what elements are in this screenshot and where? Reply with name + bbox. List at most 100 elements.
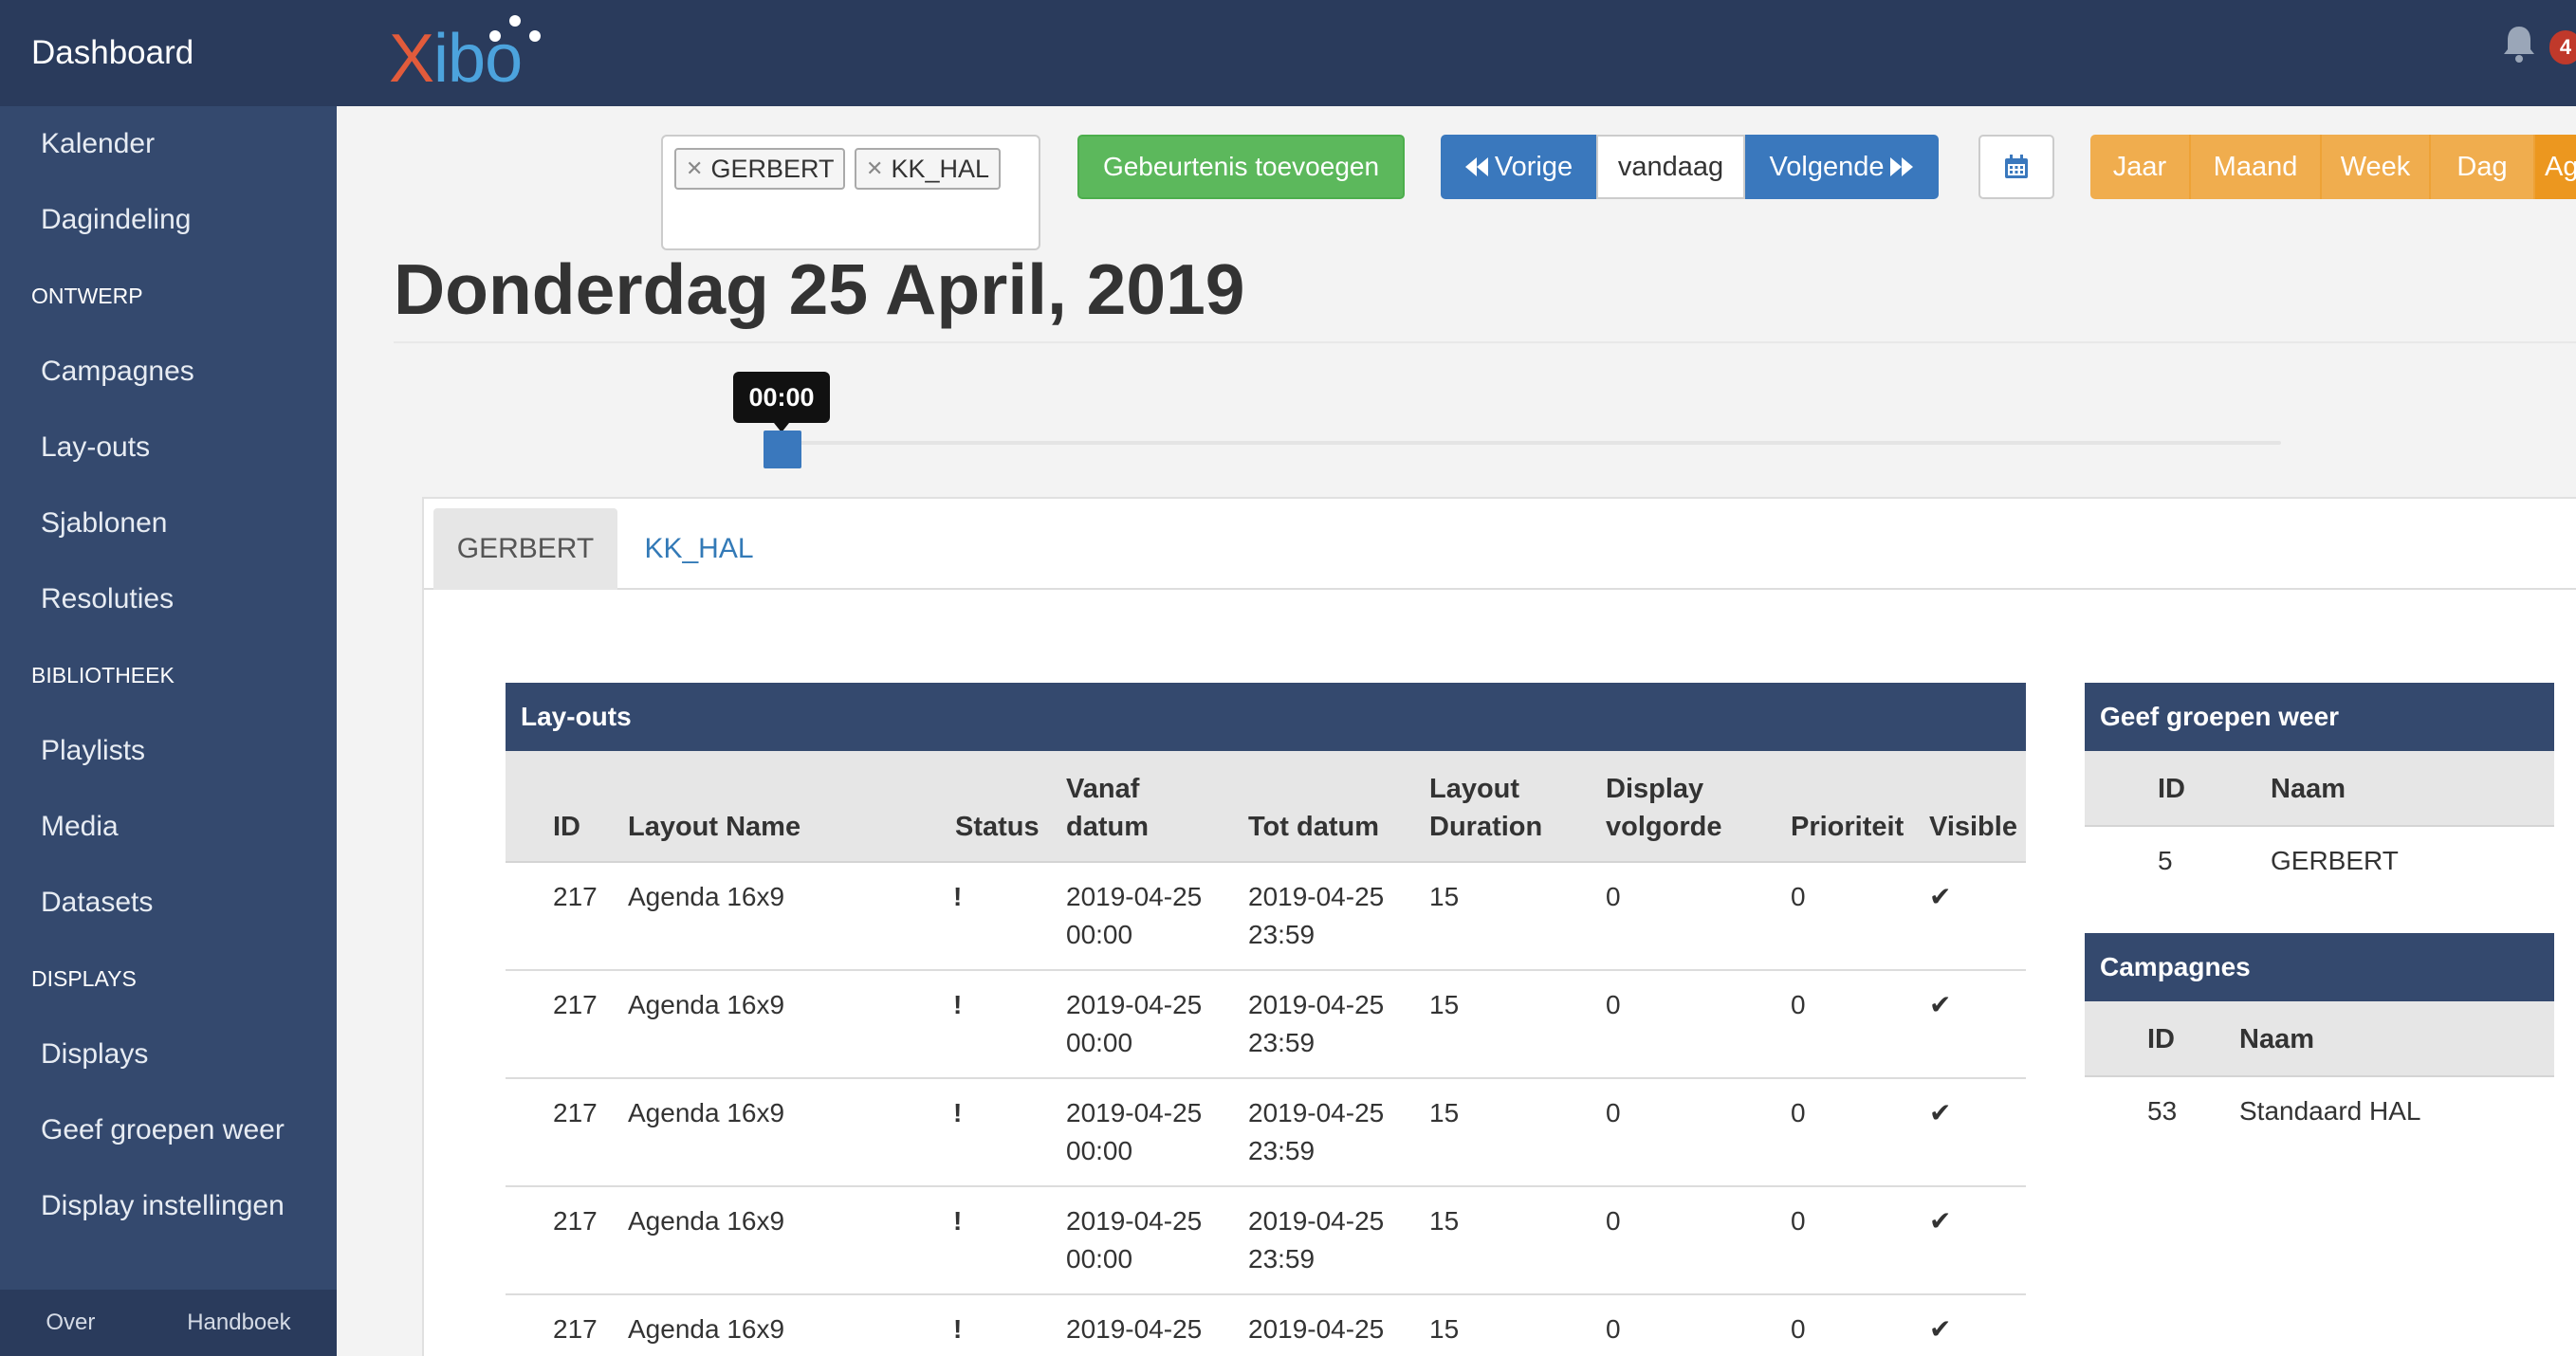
table-row[interactable]: 217 Agenda 16x9 ! 2019-04-25 00:00 2019-0… [506, 863, 2026, 971]
status-warning-icon: ! [953, 990, 963, 1019]
check-icon: ✔ [1929, 990, 1952, 1019]
col-layout-name[interactable]: Layout Name [628, 751, 800, 863]
sidebar-nav: Kalender Dagindeling ONTWERP Campagnes L… [0, 106, 337, 1244]
tag-label: KK_HAL [891, 154, 989, 183]
tag-label: GERBERT [710, 154, 835, 183]
col-visible[interactable]: Visible [1929, 751, 2017, 863]
cell-layout-name: Agenda 16x9 [628, 882, 785, 911]
time-slider-track[interactable] [764, 441, 2281, 445]
status-warning-icon: ! [953, 1098, 963, 1127]
layouts-table-title: Lay-outs [506, 683, 2026, 751]
sidebar-item-sjablonen[interactable]: Sjablonen [0, 486, 337, 561]
cell-from-date: 2019-04-25 00:00 [1066, 990, 1203, 1057]
display-group-select[interactable]: ✕ GERBERT ✕ KK_HAL [661, 135, 1040, 250]
notification-badge: 4 [2549, 30, 2576, 64]
status-warning-icon: ! [953, 1206, 963, 1236]
add-event-button[interactable]: Gebeurtenis toevoegen [1077, 135, 1405, 199]
divider [394, 341, 2576, 343]
col-id[interactable]: ID [2158, 751, 2185, 827]
about-link[interactable]: Over [46, 1310, 95, 1336]
cell-duration: 15 [1429, 1098, 1460, 1127]
sidebar-item-display-settings[interactable]: Display instellingen [0, 1168, 337, 1244]
col-status[interactable]: Status [955, 751, 1040, 863]
sidebar: Dashboard Kalender Dagindeling ONTWERP C… [0, 0, 337, 1356]
manual-link[interactable]: Handboek [187, 1310, 290, 1336]
time-slider-tooltip: 00:00 [733, 372, 830, 432]
layouts-table: Lay-outs ID Layout Name Status Vanaf datu… [506, 683, 2026, 1356]
cell-layout-name: Agenda 16x9 [628, 1206, 785, 1236]
cell-from-date: 2019-04-25 00:00 [1066, 882, 1203, 949]
cell-priority: 0 [1791, 1206, 1806, 1236]
previous-label: Vorige [1494, 151, 1573, 182]
display-groups-header: ID Naam [2085, 751, 2554, 827]
previous-button[interactable]: Vorige [1441, 135, 1596, 199]
sidebar-item-playlists[interactable]: Playlists [0, 713, 337, 789]
tab-kk-hal[interactable]: KK_HAL [633, 508, 765, 590]
bell-icon[interactable] [2500, 23, 2538, 64]
sidebar-item-datasets[interactable]: Datasets [0, 865, 337, 941]
campaigns-header: ID Naam [2085, 1001, 2554, 1077]
view-week-button[interactable]: Week [2322, 135, 2431, 199]
sidebar-item-dagindeling[interactable]: Dagindeling [0, 182, 337, 258]
sidebar-item-resoluties[interactable]: Resoluties [0, 561, 337, 637]
display-groups-title: Geef groepen weer [2085, 683, 2554, 751]
col-display-order[interactable]: Display volgorde [1606, 751, 1721, 863]
next-button[interactable]: Volgende [1745, 135, 1939, 199]
cell-id: 5 [2158, 846, 2173, 875]
campaigns-table: Campagnes ID Naam 53 Standaard HAL [2085, 933, 2554, 1145]
col-priority[interactable]: Prioriteit [1791, 751, 1904, 863]
sidebar-item-kalender[interactable]: Kalender [0, 106, 337, 182]
sidebar-item-display-groups[interactable]: Geef groepen weer [0, 1092, 337, 1168]
display-groups-table: Geef groepen weer ID Naam 5 GERBERT [2085, 683, 2554, 895]
cell-display-order: 0 [1606, 1314, 1621, 1344]
sidebar-brand-dashboard[interactable]: Dashboard [0, 0, 337, 106]
col-name[interactable]: Naam [2239, 1001, 2314, 1077]
topbar: Xibo 4 [337, 0, 2576, 106]
cell-layout-name: Agenda 16x9 [628, 1098, 785, 1127]
calendar-picker-button[interactable] [1978, 135, 2054, 199]
view-day-button[interactable]: Dag [2431, 135, 2535, 199]
view-agenda-button[interactable]: Ag [2535, 135, 2576, 199]
cell-display-order: 0 [1606, 1206, 1621, 1236]
cell-name: Standaard HAL [2239, 1096, 2421, 1126]
col-from-date[interactable]: Vanaf datum [1066, 751, 1149, 863]
double-chevron-right-icon [1890, 157, 1914, 176]
view-month-button[interactable]: Maand [2191, 135, 2322, 199]
table-row[interactable]: 217 Agenda 16x9 ! 2019-04-25 00:00 2019-0… [506, 1079, 2026, 1187]
cell-to-date: 2019-04-25 23:59 [1248, 990, 1385, 1057]
sidebar-item-campagnes[interactable]: Campagnes [0, 334, 337, 410]
xibo-logo[interactable]: Xibo [389, 13, 560, 93]
view-year-button[interactable]: Jaar [2090, 135, 2191, 199]
remove-tag-icon[interactable]: ✕ [866, 156, 883, 181]
remove-tag-icon[interactable]: ✕ [686, 156, 703, 181]
tab-gerbert[interactable]: GERBERT [433, 508, 617, 590]
table-row[interactable]: 217 Agenda 16x9 ! 2019-04-25 00:00 2019-0… [506, 971, 2026, 1079]
double-chevron-left-icon [1464, 157, 1488, 176]
sidebar-item-displays[interactable]: Displays [0, 1017, 337, 1092]
sidebar-item-layouts[interactable]: Lay-outs [0, 410, 337, 486]
col-id[interactable]: ID [2147, 1001, 2175, 1077]
selected-tag-kk-hal: ✕ KK_HAL [855, 148, 1001, 190]
layouts-table-header: ID Layout Name Status Vanaf datum Tot dat… [506, 751, 2026, 863]
col-id[interactable]: ID [553, 751, 580, 863]
check-icon: ✔ [1929, 1206, 1952, 1236]
col-layout-duration[interactable]: Layout Duration [1429, 751, 1542, 863]
logo-text: Xibo [389, 21, 523, 97]
table-row[interactable]: 217 Agenda 16x9 ! 2019-04-25 2019-04-25 … [506, 1295, 2026, 1356]
col-name[interactable]: Naam [2271, 751, 2346, 827]
cell-priority: 0 [1791, 1098, 1806, 1127]
cell-id: 217 [553, 1098, 598, 1127]
cell-id: 217 [553, 1314, 598, 1344]
sidebar-item-media[interactable]: Media [0, 789, 337, 865]
col-to-date[interactable]: Tot datum [1248, 751, 1379, 863]
cell-duration: 15 [1429, 990, 1460, 1019]
table-row[interactable]: 217 Agenda 16x9 ! 2019-04-25 00:00 2019-0… [506, 1187, 2026, 1295]
time-slider-handle[interactable] [764, 431, 801, 468]
cell-duration: 15 [1429, 1314, 1460, 1344]
today-button[interactable]: vandaag [1596, 135, 1745, 199]
check-icon: ✔ [1929, 1314, 1952, 1344]
table-row[interactable]: 5 GERBERT [2085, 827, 2554, 895]
table-row[interactable]: 53 Standaard HAL [2085, 1077, 2554, 1145]
calendar-nav-group: Vorige vandaag Volgende [1441, 135, 1939, 199]
cell-name: GERBERT [2271, 846, 2399, 875]
